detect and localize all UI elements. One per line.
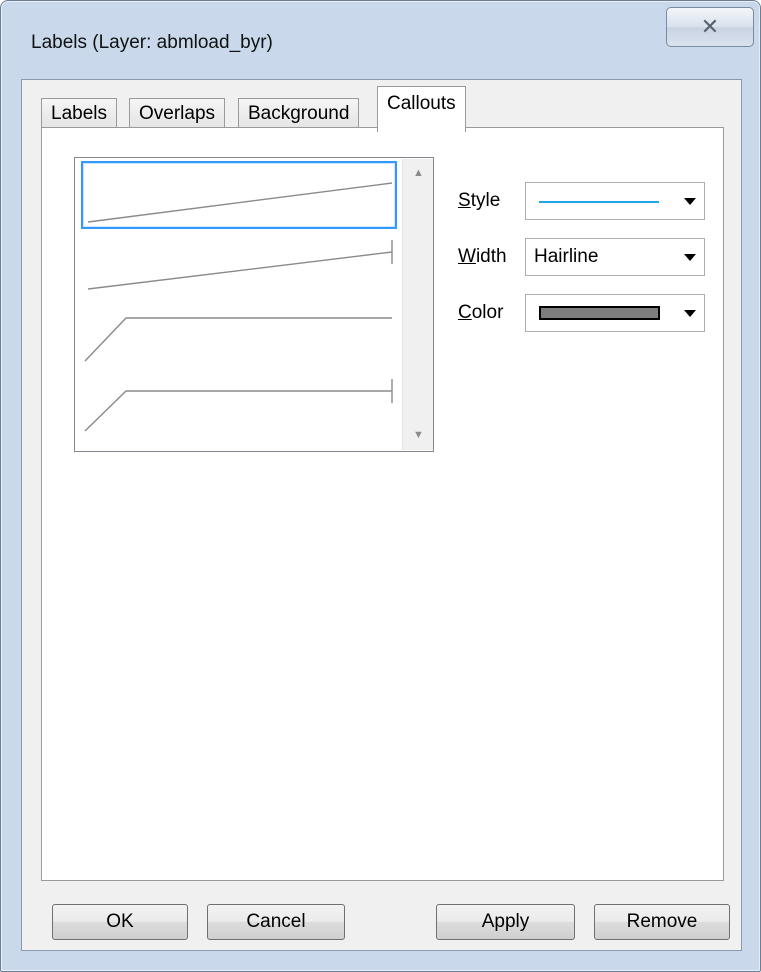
callouts-tab-page: ▲ ▼ Style Width Hairline Color xyxy=(41,127,724,881)
ok-button[interactable]: OK xyxy=(52,904,188,940)
callout-style-list[interactable]: ▲ ▼ xyxy=(74,157,434,452)
tab-callouts[interactable]: Callouts xyxy=(377,86,466,132)
color-swatch xyxy=(539,306,660,320)
color-dropdown[interactable] xyxy=(525,294,705,332)
dialog-client-area: Labels Overlaps Background Callouts ▲ ▼ … xyxy=(21,79,742,951)
style-label-rest: tyle xyxy=(470,190,501,211)
width-label: Width xyxy=(458,246,507,268)
tab-background-label: Background xyxy=(248,103,350,124)
tab-callouts-label: Callouts xyxy=(387,93,456,114)
width-label-accel: W xyxy=(458,246,476,267)
window-title: Labels (Layer: abmload_byr) xyxy=(31,32,273,53)
callout-style-item[interactable] xyxy=(81,300,397,368)
chevron-down-icon xyxy=(684,198,696,205)
callout-style-item[interactable] xyxy=(81,232,397,300)
callout-straight-line-end-tick-icon xyxy=(87,240,393,290)
tab-labels[interactable]: Labels xyxy=(41,98,117,130)
callout-style-item[interactable] xyxy=(81,161,397,229)
tab-overlaps-label: Overlaps xyxy=(139,103,216,124)
chevron-down-icon xyxy=(684,254,696,261)
labels-dialog: Labels (Layer: abmload_byr) ✕ Labels Ove… xyxy=(0,0,761,972)
callout-straight-line-icon xyxy=(87,182,393,223)
style-dropdown[interactable] xyxy=(525,182,705,220)
close-button[interactable]: ✕ xyxy=(666,7,754,47)
callout-bent-line-end-tick-icon xyxy=(84,379,393,432)
callout-bent-line-icon xyxy=(84,317,392,362)
style-label-accel: S xyxy=(458,190,471,211)
color-label: Color xyxy=(458,302,503,324)
style-label: Style xyxy=(458,190,500,212)
callout-style-item[interactable] xyxy=(81,370,397,438)
width-value: Hairline xyxy=(534,246,599,267)
tab-background[interactable]: Background xyxy=(238,98,360,130)
chevron-down-icon xyxy=(684,310,696,317)
style-line-preview xyxy=(539,201,659,203)
cancel-button[interactable]: Cancel xyxy=(207,904,345,940)
scroll-up-arrow-icon[interactable]: ▲ xyxy=(403,161,434,185)
title-bar[interactable]: Labels (Layer: abmload_byr) ✕ xyxy=(1,1,760,79)
close-icon: ✕ xyxy=(700,14,720,39)
apply-button[interactable]: Apply xyxy=(436,904,575,940)
tab-labels-label: Labels xyxy=(51,103,107,124)
scroll-down-arrow-icon[interactable]: ▼ xyxy=(403,423,434,447)
remove-button[interactable]: Remove xyxy=(594,904,730,940)
list-scrollbar[interactable]: ▲ ▼ xyxy=(402,159,433,450)
width-dropdown[interactable]: Hairline xyxy=(525,238,705,276)
color-label-accel: C xyxy=(458,302,472,323)
color-label-rest: olor xyxy=(471,302,504,323)
tab-overlaps[interactable]: Overlaps xyxy=(129,98,226,130)
width-label-rest: idth xyxy=(475,246,507,267)
